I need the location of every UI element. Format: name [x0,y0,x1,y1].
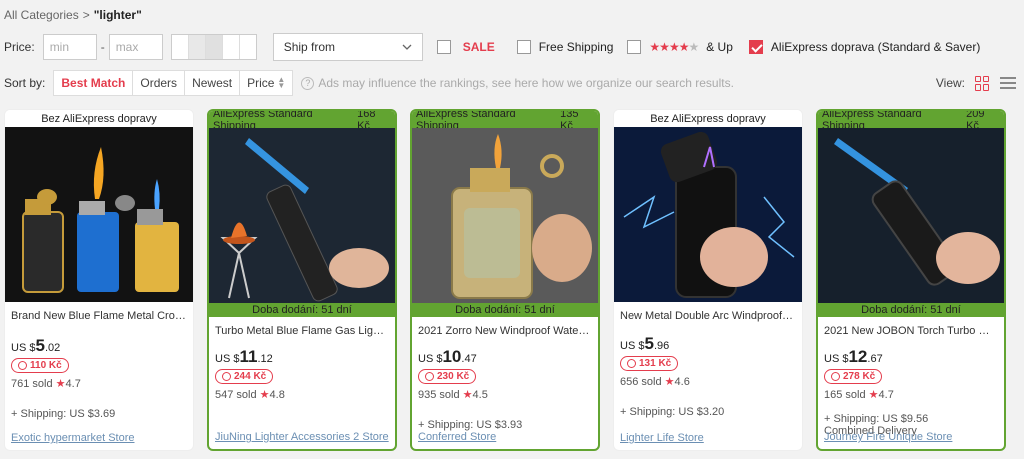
product-price: US $5.02 [11,336,61,355]
shipping-banner: AliExpress Standard Shipping 168 Kč [209,111,395,132]
product-image[interactable] [412,128,598,303]
shipping-cost: + Shipping: US $3.93 [418,419,523,431]
product-image[interactable] [209,128,395,303]
sort-orders[interactable]: Orders [133,71,186,95]
breadcrumb-separator: > [82,8,90,22]
shipping-banner: Bez AliExpress dopravy [5,110,193,127]
sold-rating: 656 sold ★4.6 [620,376,690,388]
grid-view-icon[interactable] [975,75,990,91]
sale-label: SALE [462,40,495,54]
view-switcher: View: [935,75,1016,91]
price-dash: - [100,40,105,54]
sort-options: Best Match Orders Newest Price ▲ ▼ [53,70,294,96]
sort-bar: Sort by: Best Match Orders Newest Price ▲… [4,70,1016,96]
sold-rating: 547 sold ★4.8 [215,389,285,401]
aliexpress-doprava-label: AliExpress doprava (Standard & Saver) [770,40,981,54]
aliexpress-doprava-filter[interactable]: AliExpress doprava (Standard & Saver) [748,40,981,54]
sold-rating: 935 sold ★4.5 [418,389,488,401]
ranking-note-text[interactable]: Ads may influence the rankings, see here… [318,76,734,90]
sort-label: Sort by: [4,76,46,90]
product-price: US $5.96 [620,334,670,353]
star-icon: ★ [462,389,473,401]
star-icon: ★ [868,389,879,401]
delivery-time: Doba dodání: 51 dní [818,303,1004,317]
shipping-banner: AliExpress Standard Shipping 209 Kč [818,111,1004,132]
product-title[interactable]: New Metal Double Arc Windproof … [620,310,796,322]
product-title[interactable]: Turbo Metal Blue Flame Gas Light… [215,325,389,337]
delivery-time: Doba dodání: 51 dní [209,303,395,317]
breadcrumb-query: "lighter" [93,8,142,22]
shipping-banner: AliExpress Standard Shipping 135 Kč [412,111,598,132]
product-image[interactable] [614,127,802,302]
coin-icon [222,372,231,381]
product-price: US $10.47 [418,347,477,366]
czk-price-badge: 278 Kč [824,369,883,384]
star-icon: ★ [259,389,270,401]
product-card[interactable]: Bez AliExpress dopravy Brand New Blue Fl… [4,109,194,451]
product-title[interactable]: 2021 New JOBON Torch Turbo Wi… [824,325,998,337]
rating-checkbox[interactable] [627,40,642,54]
shipping-cost: + Shipping: US $3.20 [620,406,725,418]
sold-rating: 165 sold ★4.7 [824,389,894,401]
price-min-input[interactable]: min [42,34,97,60]
store-link[interactable]: Exotic hypermarket Store [11,432,135,444]
product-image[interactable] [5,127,193,302]
ship-from-select[interactable]: Ship from [272,33,423,61]
product-card[interactable]: AliExpress Standard Shipping 135 Kč Doba … [410,109,600,451]
shipping-banner: Bez AliExpress dopravy [614,110,802,127]
product-image[interactable] [818,128,1004,303]
sort-newest[interactable]: Newest [185,71,241,95]
shipping-cost: + Shipping: US $3.69 [11,408,116,420]
store-link[interactable]: Conferred Store [418,431,496,443]
free-shipping-label: Free Shipping [538,40,614,54]
czk-price-badge: 131 Kč [620,356,679,371]
product-title[interactable]: 2021 Zorro New Windproof Water… [418,325,592,337]
sold-rating: 761 sold ★4.7 [11,378,81,390]
filter-bar: Price: min - max Ship from SALE Free Shi… [4,33,980,61]
price-range-histogram[interactable] [170,34,257,60]
coin-icon [627,359,636,368]
product-title[interactable]: Brand New Blue Flame Metal Croc… [11,310,187,322]
delivery-time: Doba dodání: 51 dní [412,303,598,317]
star-icon: ★ [664,376,675,388]
coin-icon [831,372,840,381]
free-shipping-filter[interactable]: Free Shipping [516,40,614,54]
czk-price-badge: 244 Kč [215,369,274,384]
product-card[interactable]: AliExpress Standard Shipping 209 Kč Doba … [816,109,1006,451]
breadcrumb: All Categories > "lighter" [4,8,142,22]
breadcrumb-root[interactable]: All Categories [4,8,79,22]
rating-filter[interactable]: ★★★★★ & Up [627,40,733,54]
sort-best-match[interactable]: Best Match [54,71,134,95]
star-icon: ★ [55,378,66,390]
czk-price-badge: 110 Kč [11,358,69,373]
price-max-input[interactable]: max [108,34,163,60]
sort-price[interactable]: Price ▲ ▼ [240,71,292,95]
chevron-down-icon [402,44,412,50]
shipping-cost: + Shipping: US $9.56 [824,413,929,425]
store-link[interactable]: Journey Fire Unique Store [824,431,952,443]
store-link[interactable]: Lighter Life Store [620,432,704,444]
rating-stars-icon: ★★★★★ [649,40,699,54]
ship-from-label: Ship from [283,40,336,54]
coin-icon [18,361,27,370]
sale-filter[interactable]: SALE [436,40,495,54]
product-card[interactable]: Bez AliExpress dopravy New Metal Double … [613,109,803,451]
view-label: View: [935,76,965,90]
rating-and-up-label: & Up [706,40,733,54]
question-icon[interactable]: ? [301,76,315,90]
czk-price-badge: 230 Kč [418,369,477,384]
sale-checkbox[interactable] [436,40,451,54]
ranking-note: ? Ads may influence the rankings, see he… [301,76,734,90]
coin-icon [425,372,434,381]
product-price: US $11.12 [215,347,273,366]
sort-price-label: Price [247,76,275,90]
list-view-icon[interactable] [1000,77,1016,89]
product-card[interactable]: AliExpress Standard Shipping 168 Kč Doba … [207,109,397,451]
sort-arrows-icon: ▲ ▼ [277,75,286,90]
free-shipping-checkbox[interactable] [516,40,531,54]
price-label: Price: [4,40,35,54]
product-price: US $12.67 [824,347,883,366]
aliexpress-doprava-checkbox[interactable] [748,40,763,54]
store-link[interactable]: JiuNing Lighter Accessories 2 Store [215,431,389,443]
